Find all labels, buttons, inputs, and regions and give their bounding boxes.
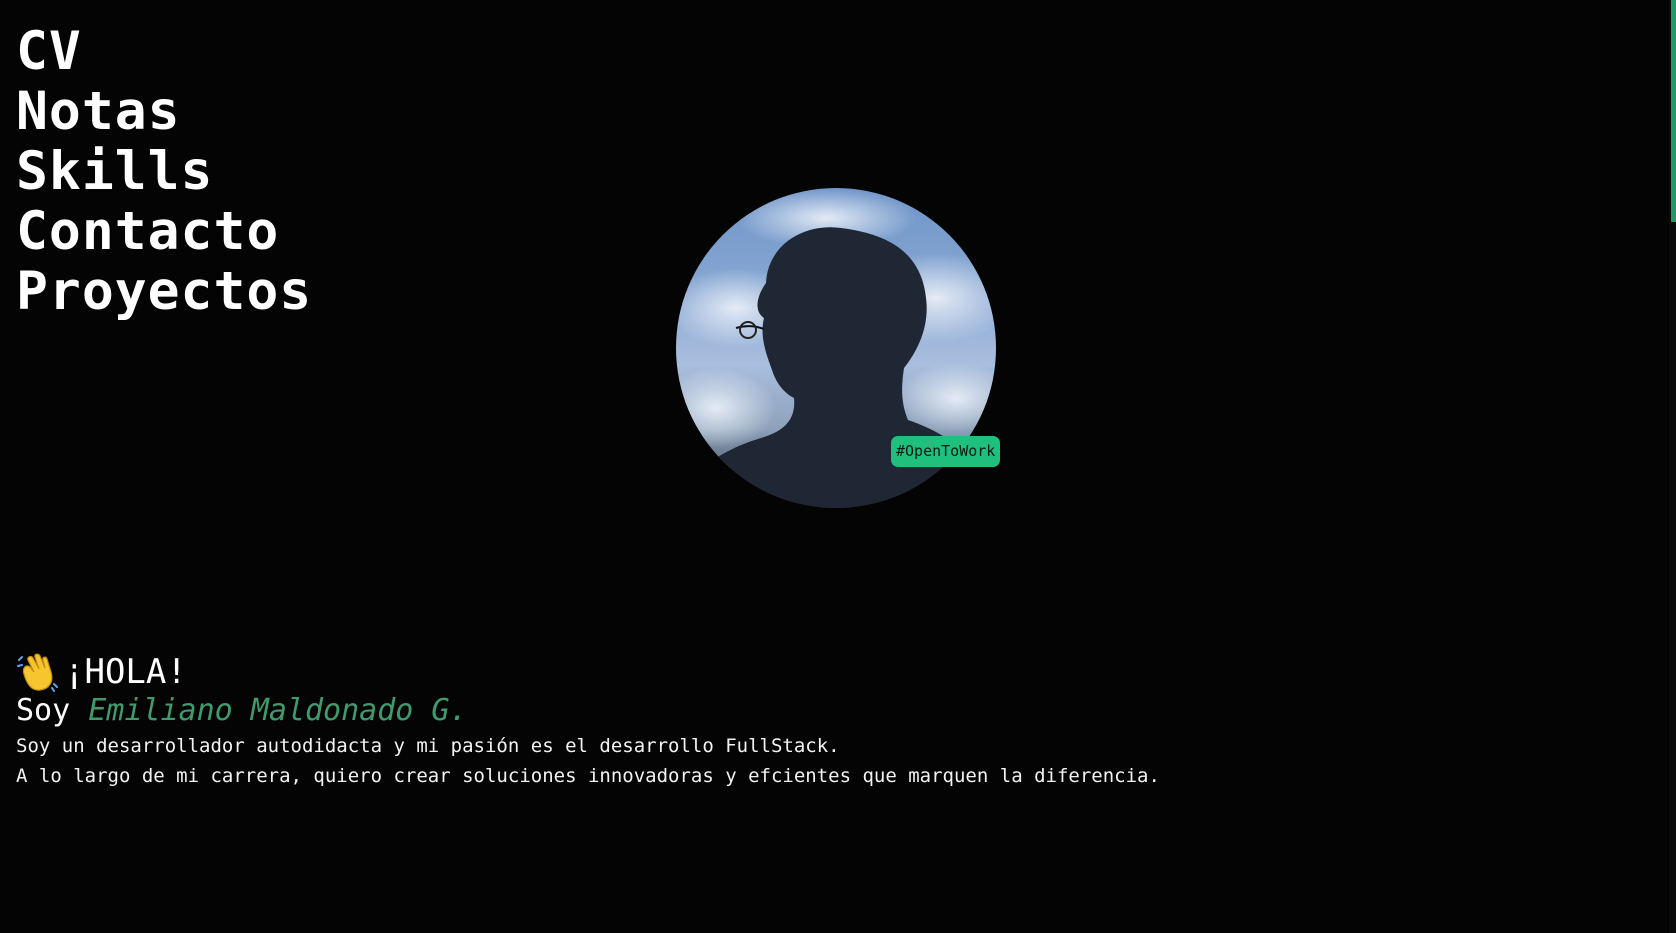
- main-nav: CV Notas Skills Contacto Proyectos: [16, 22, 312, 322]
- description-line-1: Soy un desarrollador autodidacta y mi pa…: [16, 735, 840, 757]
- portfolio-page: CV Notas Skills Contacto Proyectos #Open…: [0, 0, 1676, 933]
- nav-link-contacto[interactable]: Contacto: [16, 202, 312, 262]
- name-line: Soy Emiliano Maldonado G.: [16, 692, 1160, 730]
- soy-label: Soy: [16, 693, 71, 728]
- scrollbar[interactable]: [1669, 0, 1676, 933]
- profile-avatar-container: #OpenToWork: [676, 188, 1001, 508]
- nav-link-cv[interactable]: CV: [16, 22, 312, 82]
- greeting: ¡HOLA!: [16, 652, 1160, 692]
- open-to-work-badge: #OpenToWork: [891, 436, 1001, 467]
- description-line-2: A lo largo de mi carrera, quiero crear s…: [16, 765, 1160, 787]
- scrollbar-thumb[interactable]: [1671, 0, 1676, 222]
- nav-link-skills[interactable]: Skills: [16, 142, 312, 202]
- nav-link-notas[interactable]: Notas: [16, 82, 312, 142]
- author-name: Emiliano Maldonado G.: [88, 693, 468, 728]
- intro-section: ¡HOLA! Soy Emiliano Maldonado G. Soy un …: [16, 652, 1160, 790]
- waving-hand-icon: [16, 652, 60, 692]
- nav-link-proyectos[interactable]: Proyectos: [16, 262, 312, 322]
- greeting-text: ¡HOLA!: [64, 652, 187, 692]
